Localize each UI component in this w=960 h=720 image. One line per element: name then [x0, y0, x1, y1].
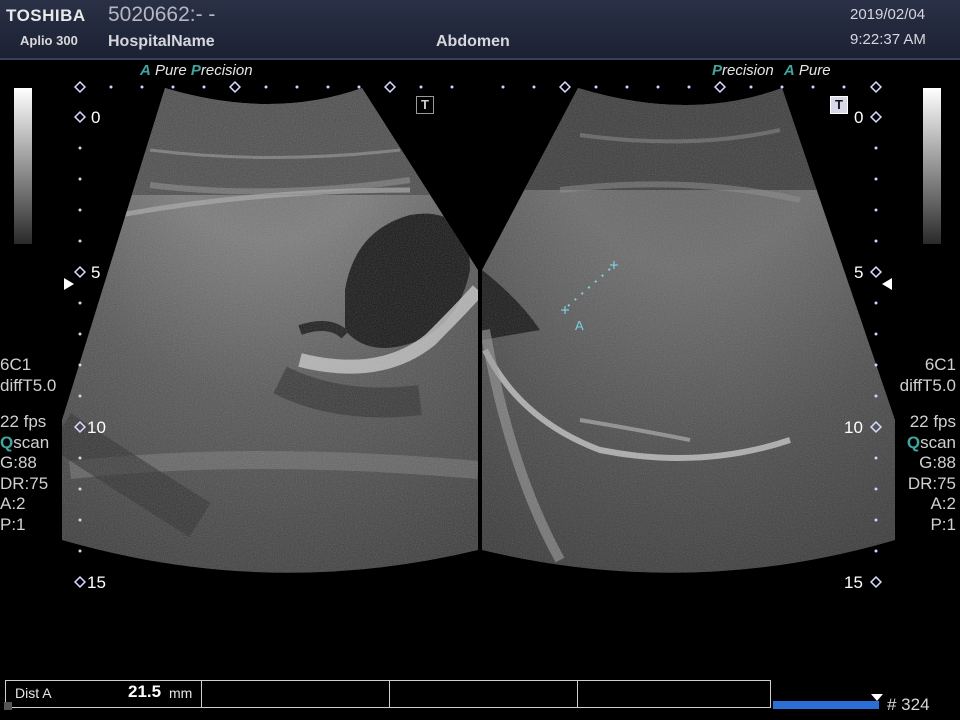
p-param-label: P:1 [0, 514, 26, 534]
measurement-cell-empty[interactable] [390, 681, 578, 707]
measurement-value: 21.5 [128, 682, 162, 701]
fps-label: 22 fps [0, 412, 47, 431]
left-orientation-marker[interactable]: T [416, 96, 434, 114]
ultrasound-image-area [62, 80, 895, 589]
filter-label: diffT5.0 [0, 375, 57, 395]
right-sector-image [482, 88, 895, 573]
probe-label: 6C1 [924, 355, 956, 374]
right-depth-label: 15 [844, 573, 863, 592]
cine-progress-bar[interactable] [773, 701, 879, 709]
a-param-label: A:2 [0, 494, 26, 513]
left-sector-image [62, 88, 478, 573]
cine-position-marker[interactable] [871, 694, 883, 701]
left-depth-label: 10 [87, 418, 106, 437]
measurement-name: Dist A [15, 685, 52, 701]
caliper-label: A [575, 318, 584, 333]
right-depth-label: 0 [854, 108, 864, 127]
fps-label: 22 fps [909, 412, 956, 431]
left-image-mode-label: A Pure Precision [140, 62, 253, 79]
dynamic-range-label: DR:75 [907, 473, 956, 493]
frame-counter: # 324 [887, 695, 930, 714]
right-grayscale-bar [923, 88, 941, 244]
measurement-table: Dist A 21.5 mm [5, 680, 771, 708]
filter-label: diffT5.0 [899, 375, 956, 395]
p-param-label: P:1 [930, 514, 956, 534]
focus-marker-right [882, 278, 892, 290]
left-depth-label: 15 [87, 573, 106, 592]
lateral-scale-top [109, 85, 846, 89]
measurement-cell-empty[interactable] [578, 681, 770, 707]
lateral-markers-top [73, 80, 883, 94]
right-depth-label: 10 [844, 418, 863, 437]
a-param-label: A:2 [930, 494, 956, 513]
right-imaging-params: 6C1 diffT5.0 22 fps Qscan G:88 DR:75 A:2… [900, 355, 956, 535]
focus-marker-left [64, 278, 74, 290]
scroll-indicator [4, 702, 12, 710]
measurement-cell[interactable]: Dist A 21.5 mm [6, 681, 202, 707]
dynamic-range-label: DR:75 [0, 473, 49, 493]
measurement-cell-empty[interactable] [202, 681, 390, 707]
qscan-label: Qscan [0, 432, 50, 452]
right-image-mode-label: Precision A Pure [712, 62, 831, 79]
left-depth-label: 5 [91, 263, 101, 282]
right-orientation-marker[interactable]: T [830, 96, 848, 114]
right-depth-label: 5 [854, 263, 864, 282]
gain-label: G:88 [0, 453, 37, 472]
left-imaging-params: 6C1 diffT5.0 22 fps Qscan G:88 DR:75 A:2… [0, 355, 56, 535]
measurement-unit: mm [169, 685, 193, 701]
qscan-label: Qscan [906, 432, 956, 452]
probe-label: 6C1 [0, 355, 32, 374]
left-grayscale-bar [14, 88, 32, 244]
left-depth-label: 0 [91, 108, 101, 127]
gain-label: G:88 [919, 453, 956, 472]
